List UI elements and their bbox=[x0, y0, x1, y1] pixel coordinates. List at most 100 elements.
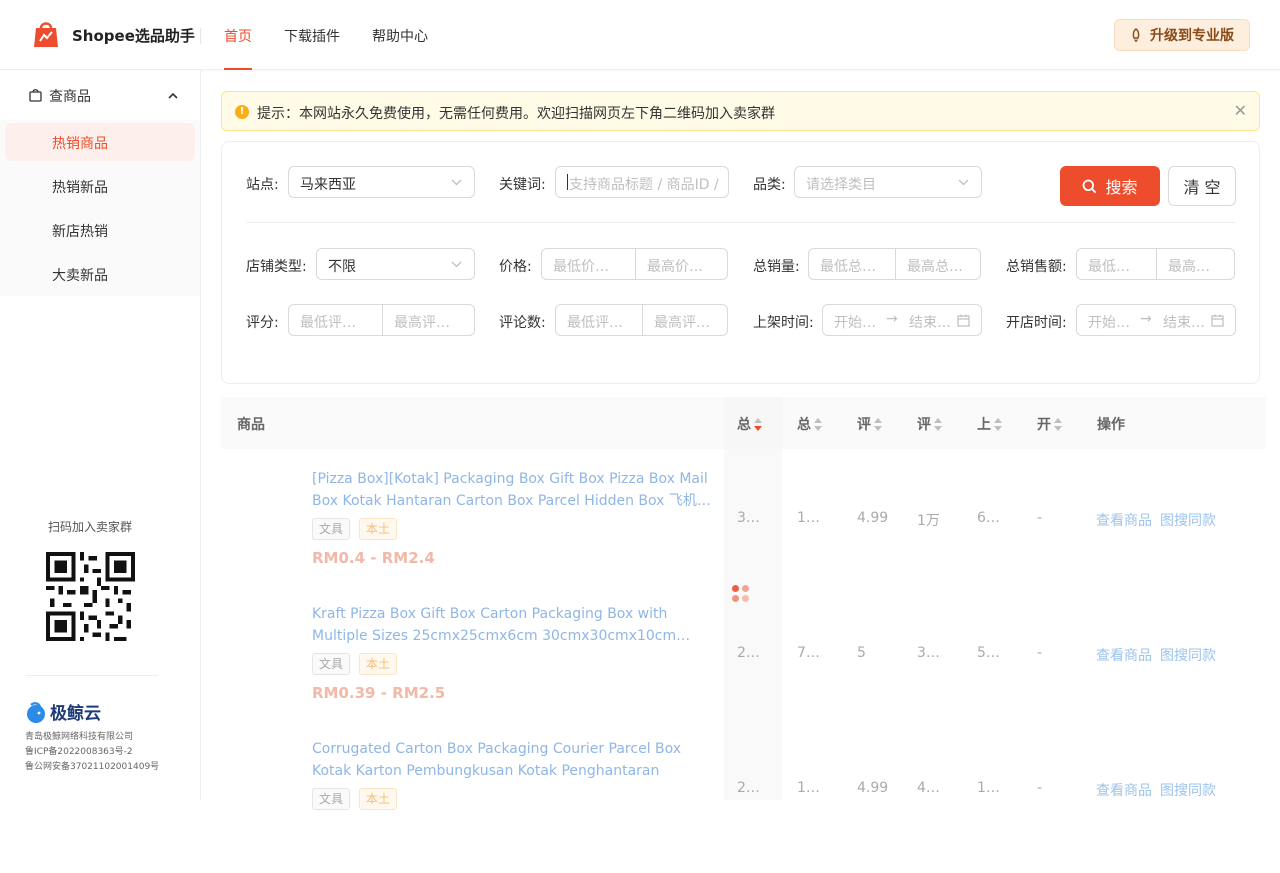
store-type-select[interactable]: 不限 bbox=[316, 248, 475, 280]
col-header-rating[interactable]: 评 bbox=[857, 414, 882, 434]
chevron-down-icon bbox=[451, 179, 462, 186]
nav-download-plugin[interactable]: 下载插件 bbox=[284, 26, 340, 46]
product-title-link[interactable]: Corrugated Carton Box Packaging Courier … bbox=[312, 738, 712, 782]
whale-logo-icon bbox=[27, 701, 45, 723]
listed-start-input[interactable]: 开始… bbox=[834, 312, 876, 332]
table-row: Kraft Pizza Box Gift Box Carton Packagin… bbox=[221, 603, 1266, 738]
sidebar-group-search-products[interactable]: 查商品 bbox=[0, 70, 200, 120]
store-open-time-cell: - bbox=[1037, 780, 1043, 796]
col-header-total-sales[interactable]: 总 bbox=[737, 414, 762, 434]
sidebar-item-new-store-hot[interactable]: 新店热销 bbox=[0, 208, 200, 252]
rating-range: 最低评… 最高评… bbox=[288, 304, 475, 336]
view-product-link[interactable]: 查看商品 bbox=[1096, 780, 1152, 800]
main-content: ! 提示：本网站永久免费使用，无需任何费用。欢迎扫描网页左下角二维码加入卖家群 … bbox=[201, 70, 1280, 810]
clear-label: 清 空 bbox=[1183, 178, 1221, 197]
filter-panel: 站点: 马来西亚 关键词: 支持商品标题 / 商品ID / 品类: 请选择类目 … bbox=[221, 141, 1260, 384]
calendar-icon bbox=[1211, 314, 1224, 327]
rating-cell: 5 bbox=[857, 645, 866, 661]
nav-help-center[interactable]: 帮助中心 bbox=[372, 26, 428, 46]
sidebar-item-hot-new[interactable]: 热销新品 bbox=[0, 164, 200, 208]
total-revenue-max-input[interactable]: 最高… bbox=[1157, 249, 1235, 279]
chevron-down-icon bbox=[958, 179, 969, 186]
col-header-label: 总 bbox=[797, 417, 811, 433]
clear-button[interactable]: 清 空 bbox=[1168, 166, 1236, 206]
upgrade-label: 升级到专业版 bbox=[1150, 28, 1234, 44]
reviews-cell: 4… bbox=[917, 780, 940, 796]
shopee-bag-logo-icon[interactable] bbox=[32, 19, 60, 49]
listed-time-cell: 6… bbox=[977, 510, 1000, 526]
col-header-store-open-time[interactable]: 开 bbox=[1037, 414, 1062, 434]
opened-start-input[interactable]: 开始… bbox=[1088, 312, 1130, 332]
header-separator bbox=[200, 28, 201, 44]
listed-date-range-picker[interactable]: 开始… → 结束… bbox=[822, 304, 982, 336]
company-full-name: 青岛极鲸网络科技有限公司 bbox=[25, 732, 134, 742]
company-name: 极鲸云 bbox=[50, 704, 101, 724]
product-title-link[interactable]: Kraft Pizza Box Gift Box Carton Packagin… bbox=[312, 603, 712, 647]
col-header-label: 开 bbox=[1037, 417, 1051, 433]
total-sales-cell: 2… bbox=[737, 780, 760, 796]
opened-end-input[interactable]: 结束… bbox=[1163, 312, 1205, 332]
notice-banner: ! 提示：本网站永久免费使用，无需任何费用。欢迎扫描网页左下角二维码加入卖家群 … bbox=[221, 91, 1260, 131]
col-header-listed-time[interactable]: 上 bbox=[977, 414, 1002, 434]
rating-cell: 4.99 bbox=[857, 510, 889, 526]
loading-spinner-icon bbox=[732, 585, 752, 605]
total-revenue-min-input[interactable]: 最低… bbox=[1077, 249, 1156, 279]
total-revenue-cell: 1… bbox=[797, 780, 820, 796]
product-title-link[interactable]: [Pizza Box][Kotak] Packaging Box Gift Bo… bbox=[312, 468, 712, 512]
view-product-link[interactable]: 查看商品 bbox=[1096, 510, 1152, 530]
price-range: RM0.39 - RM2.5 bbox=[312, 684, 446, 702]
store-open-time-cell: - bbox=[1037, 645, 1043, 661]
reviews-min-input[interactable]: 最低评… bbox=[556, 305, 642, 335]
sidebar-item-big-seller-new[interactable]: 大卖新品 bbox=[0, 252, 200, 296]
category-select[interactable]: 请选择类目 bbox=[794, 166, 982, 198]
sidebar-item-label: 热销新品 bbox=[52, 180, 108, 196]
close-icon[interactable]: ✕ bbox=[1234, 101, 1247, 120]
total-sales-max-input[interactable]: 最高总… bbox=[896, 249, 981, 279]
icp-record[interactable]: 鲁ICP备2022008363号-2 bbox=[25, 745, 159, 760]
price-label: 价格: bbox=[499, 259, 532, 275]
total-sales-label: 总销量: bbox=[753, 259, 800, 275]
reviews-max-input[interactable]: 最高评… bbox=[643, 305, 728, 335]
shopping-bag-icon bbox=[29, 89, 42, 102]
total-sales-range: 最低总… 最高总… bbox=[808, 248, 981, 280]
sidebar-item-hot-products[interactable]: 热销商品 bbox=[0, 120, 200, 164]
rating-min-input[interactable]: 最低评… bbox=[289, 305, 382, 335]
listed-end-input[interactable]: 结束… bbox=[909, 312, 951, 332]
sidebar: 查商品 热销商品 热销新品 新店热销 大卖新品 扫码加入卖家群 极鲸云 青岛极鲸… bbox=[0, 70, 201, 800]
image-search-link[interactable]: 图搜同款 bbox=[1160, 645, 1216, 665]
rating-max-input[interactable]: 最高评… bbox=[383, 305, 475, 335]
upgrade-pro-button[interactable]: 升级到专业版 bbox=[1114, 19, 1250, 51]
nav-home[interactable]: 首页 bbox=[224, 26, 252, 46]
col-header-total-revenue[interactable]: 总 bbox=[797, 414, 822, 434]
chevron-up-icon[interactable] bbox=[168, 92, 178, 99]
police-record[interactable]: 鲁公网安备37021102001409号 bbox=[25, 760, 159, 775]
local-tag: 本土 bbox=[359, 788, 398, 810]
store-open-date-range-picker[interactable]: 开始… → 结束… bbox=[1076, 304, 1236, 336]
col-header-reviews[interactable]: 评 bbox=[917, 414, 942, 434]
total-revenue-cell: 7… bbox=[797, 645, 820, 661]
image-search-link[interactable]: 图搜同款 bbox=[1160, 780, 1216, 800]
total-sales-min-input[interactable]: 最低总… bbox=[809, 249, 895, 279]
listed-time-label: 上架时间: bbox=[753, 315, 814, 331]
col-header-label: 评 bbox=[857, 417, 871, 433]
category-label: 品类: bbox=[753, 177, 786, 193]
price-max-input[interactable]: 最高价… bbox=[636, 249, 728, 279]
total-revenue-range: 最低… 最高… bbox=[1076, 248, 1235, 280]
arrow-right-icon: → bbox=[886, 311, 898, 327]
company-logo: 极鲸云 bbox=[25, 699, 101, 724]
price-min-input[interactable]: 最低价… bbox=[542, 249, 635, 279]
view-product-link[interactable]: 查看商品 bbox=[1096, 645, 1152, 665]
image-search-link[interactable]: 图搜同款 bbox=[1160, 510, 1216, 530]
keyword-input[interactable]: 支持商品标题 / 商品ID / bbox=[555, 166, 729, 198]
search-button[interactable]: 搜索 bbox=[1060, 166, 1160, 206]
text-cursor bbox=[567, 174, 568, 190]
site-select[interactable]: 马来西亚 bbox=[288, 166, 475, 198]
sidebar-divider bbox=[25, 675, 158, 676]
col-header-product: 商品 bbox=[237, 417, 265, 433]
store-type-label: 店铺类型: bbox=[246, 259, 307, 275]
warning-icon: ! bbox=[235, 105, 249, 119]
col-header-actions: 操作 bbox=[1097, 417, 1125, 433]
sidebar-item-label: 大卖新品 bbox=[52, 268, 108, 284]
reviews-cell: 1万 bbox=[917, 513, 940, 529]
category-tag: 文具 bbox=[312, 653, 351, 675]
